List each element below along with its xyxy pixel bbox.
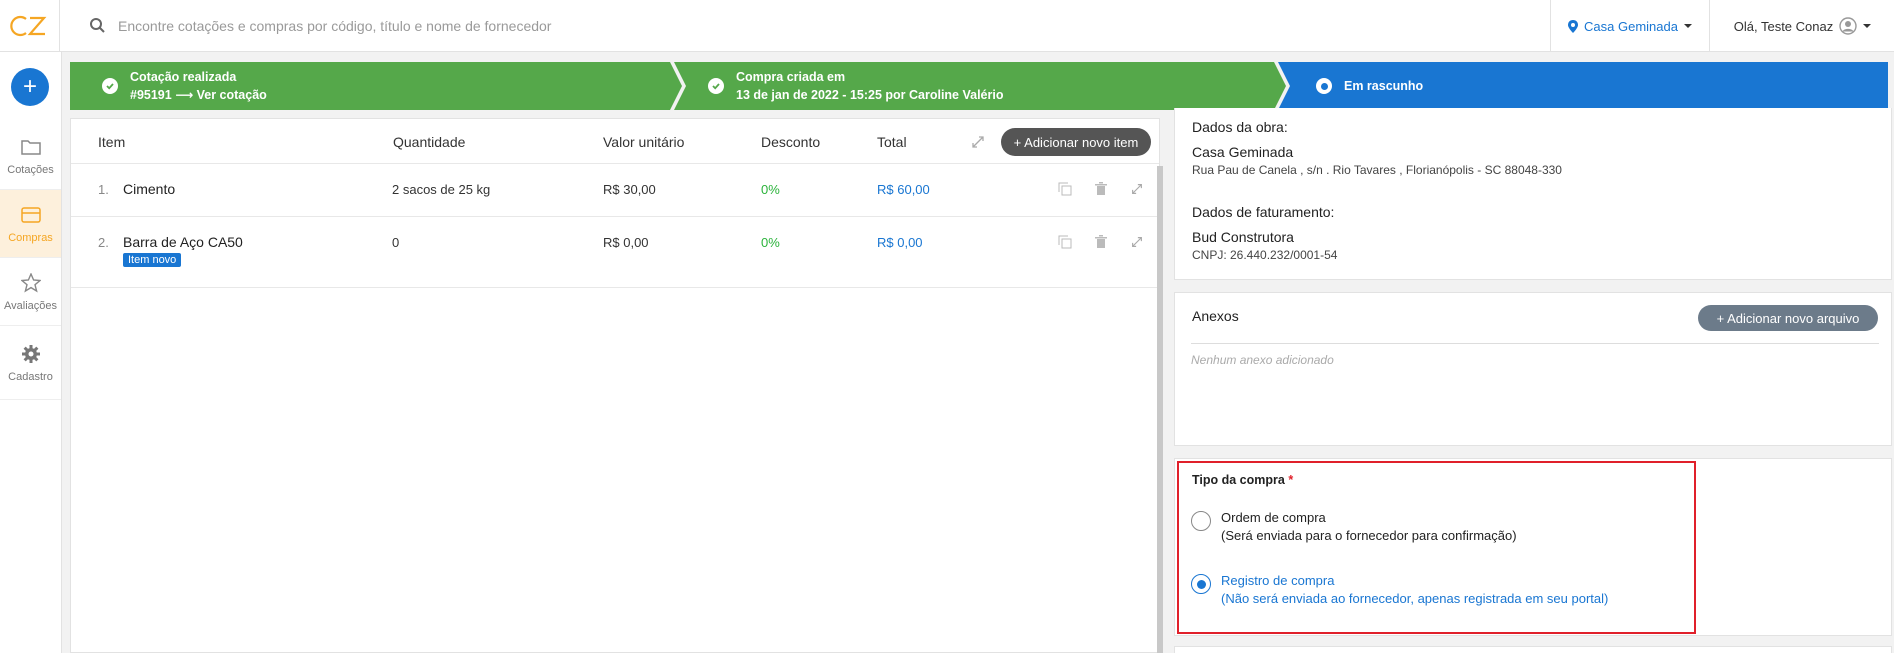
sidebar: + Cotações Compras Avaliações Cadastro	[0, 52, 62, 653]
plus-icon: +	[22, 73, 37, 100]
sidebar-item-label: Cadastro	[8, 370, 53, 383]
items-panel: Item Quantidade Valor unitário Desconto …	[70, 118, 1160, 653]
item-quantity: 0	[392, 235, 400, 250]
table-row[interactable]: 1. Cimento 2 sacos de 25 kg R$ 30,00 0% …	[71, 164, 1159, 217]
item-discount: 0%	[761, 182, 780, 197]
search-icon	[90, 18, 105, 33]
avatar	[1839, 17, 1857, 35]
star-icon	[20, 272, 42, 294]
location-selector[interactable]: Casa Geminada	[1550, 0, 1710, 52]
expand-icon[interactable]	[1129, 234, 1145, 250]
copy-icon[interactable]	[1057, 181, 1073, 197]
sidebar-item-cadastro[interactable]: Cadastro	[0, 326, 61, 400]
column-header-item: Item	[98, 133, 126, 150]
check-circle-icon	[102, 78, 118, 94]
table-row[interactable]: 2. Barra de Aço CA50 Item novo 0 R$ 0,00…	[71, 217, 1159, 288]
expand-icon[interactable]	[1129, 181, 1145, 197]
add-button[interactable]: +	[11, 68, 49, 106]
add-item-button[interactable]: + Adicionar novo item	[1001, 128, 1151, 156]
items-table-header: Item Quantidade Valor unitário Desconto …	[71, 119, 1159, 164]
obra-name: Casa Geminada	[1192, 144, 1294, 160]
sidebar-item-cotacoes[interactable]: Cotações	[0, 122, 61, 190]
obra-address: Rua Pau de Canela , s/n . Rio Tavares , …	[1192, 163, 1562, 177]
step-subtitle: 13 de jan de 2022 - 15:25 por Caroline V…	[736, 88, 1004, 102]
step-title: Compra criada em	[736, 70, 846, 84]
user-greeting: Olá, Teste Conaz	[1733, 18, 1834, 34]
row-index: 1.	[98, 182, 109, 197]
billing-cnpj: CNPJ: 26.440.232/0001-54	[1192, 248, 1338, 262]
trash-icon[interactable]	[1093, 234, 1109, 250]
billing-name: Bud Construtora	[1192, 229, 1294, 245]
trash-icon[interactable]	[1093, 181, 1109, 197]
sidebar-item-label: Compras	[8, 231, 53, 244]
radio-current-icon	[1316, 78, 1332, 94]
sidebar-item-label: Avaliações	[4, 299, 57, 312]
item-quantity: 2 sacos de 25 kg	[392, 182, 491, 197]
billing-title: Dados de faturamento:	[1192, 204, 1335, 220]
step-title: Em rascunho	[1344, 79, 1424, 93]
sidebar-item-compras[interactable]: Compras	[0, 190, 61, 258]
progress-stepper: Cotação realizada #95191 ⟶ Ver cotação C…	[70, 62, 1888, 110]
map-pin-icon	[1568, 19, 1579, 33]
folder-icon	[20, 136, 42, 158]
item-unit-price: R$ 0,00	[603, 235, 649, 250]
anexos-title: Anexos	[1192, 308, 1239, 324]
step-cotacao-realizada: Cotação realizada #95191 ⟶ Ver cotação	[70, 62, 682, 110]
gear-icon	[20, 343, 42, 365]
item-unit-price: R$ 30,00	[603, 182, 656, 197]
item-name: Cimento	[123, 181, 176, 197]
item-discount: 0%	[761, 235, 780, 250]
scrollbar[interactable]	[1157, 166, 1163, 653]
card-icon	[20, 204, 42, 226]
copy-icon[interactable]	[1057, 234, 1073, 250]
column-header-desconto: Desconto	[761, 133, 821, 150]
anexos-card: Anexos + Adicionar novo arquivo Nenhum a…	[1174, 292, 1892, 446]
item-total: R$ 0,00	[877, 235, 923, 250]
check-circle-icon	[708, 78, 724, 94]
location-label: Casa Geminada	[1584, 18, 1678, 34]
column-header-valor-unitario: Valor unitário	[603, 133, 685, 150]
obra-card: Dados da obra: Casa Geminada Rua Pau de …	[1174, 108, 1892, 280]
column-header-total: Total	[877, 133, 907, 150]
ver-cotacao-link[interactable]: Ver cotação	[197, 88, 267, 102]
highlight-box	[1177, 461, 1696, 634]
chevron-down-icon	[1863, 24, 1872, 28]
sidebar-item-label: Cotações	[7, 163, 54, 176]
user-menu[interactable]: Olá, Teste Conaz	[1711, 0, 1894, 52]
expand-icon[interactable]	[970, 134, 986, 150]
step-compra-criada: Compra criada em 13 de jan de 2022 - 15:…	[674, 62, 1286, 110]
quote-code: #95191	[130, 88, 172, 102]
row-index: 2.	[98, 235, 109, 250]
sidebar-item-avaliacoes[interactable]: Avaliações	[0, 258, 61, 326]
divider	[1191, 343, 1879, 344]
new-item-badge: Item novo	[123, 253, 182, 267]
anexos-empty-text: Nenhum anexo adicionado	[1191, 353, 1334, 367]
item-total: R$ 60,00	[877, 182, 930, 197]
item-name: Barra de Aço CA50	[123, 234, 243, 250]
arrow-right-icon: ⟶	[175, 88, 194, 102]
logo[interactable]	[0, 0, 60, 52]
column-header-quantidade: Quantidade	[393, 133, 466, 150]
search-input[interactable]	[118, 12, 1018, 40]
add-file-button[interactable]: + Adicionar novo arquivo	[1698, 305, 1878, 331]
step-em-rascunho: Em rascunho	[1278, 62, 1888, 110]
obra-title: Dados da obra:	[1192, 119, 1288, 135]
chevron-down-icon	[1683, 24, 1692, 28]
step-title: Cotação realizada	[130, 70, 237, 84]
next-card	[1174, 646, 1892, 653]
conaz-logo-icon	[9, 15, 46, 37]
top-bar: Casa Geminada Olá, Teste Conaz	[0, 0, 1894, 52]
